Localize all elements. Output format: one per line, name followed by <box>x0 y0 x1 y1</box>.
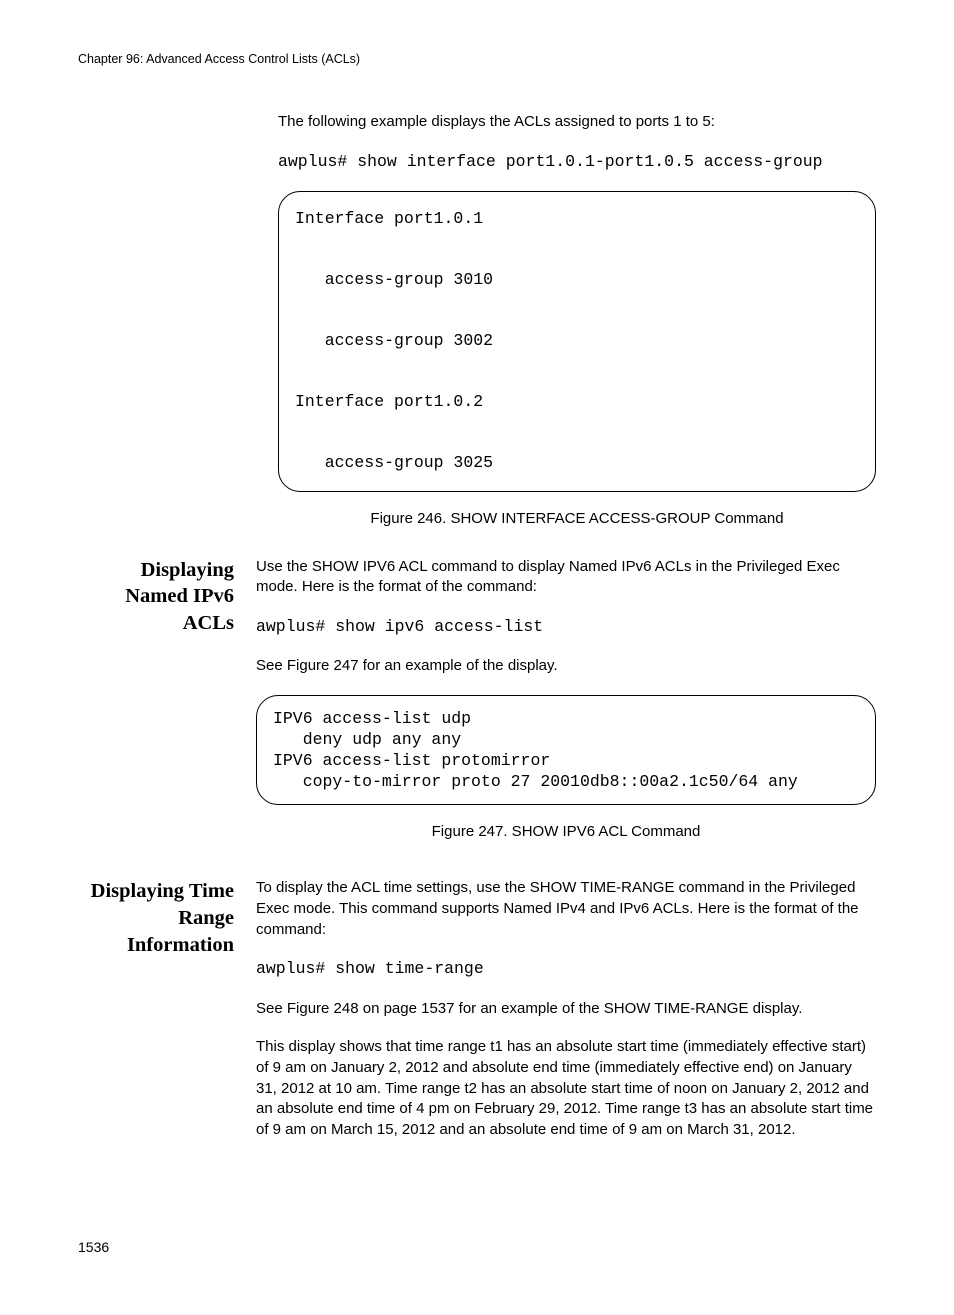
ipv6-paragraph-2: See Figure 247 for an example of the dis… <box>256 656 876 677</box>
ipv6-paragraph-1: Use the SHOW IPV6 ACL command to display… <box>256 557 876 598</box>
time-paragraph-3: This display shows that time range t1 ha… <box>256 1037 876 1140</box>
side-heading-ipv6: Displaying Named IPv6 ACLs <box>78 557 256 637</box>
page-number: 1536 <box>78 1239 876 1255</box>
command-line: awplus# show time-range <box>256 958 876 980</box>
output-box-246: Interface port1.0.1 access-group 3010 ac… <box>278 191 876 492</box>
intro-block: The following example displays the ACLs … <box>278 112 876 527</box>
side-heading-timerange: Displaying Time Range Information <box>78 878 256 958</box>
section-timerange: Displaying Time Range Information To dis… <box>78 878 876 1158</box>
command-line: awplus# show ipv6 access-list <box>256 616 876 638</box>
command-line: awplus# show interface port1.0.1-port1.0… <box>278 151 876 173</box>
figure-caption-247: Figure 247. SHOW IPV6 ACL Command <box>256 823 876 840</box>
intro-paragraph: The following example displays the ACLs … <box>278 112 876 133</box>
time-paragraph-1: To display the ACL time settings, use th… <box>256 878 876 940</box>
figure-caption-246: Figure 246. SHOW INTERFACE ACCESS-GROUP … <box>278 510 876 527</box>
section-body-ipv6: Use the SHOW IPV6 ACL command to display… <box>256 557 876 871</box>
page: Chapter 96: Advanced Access Control List… <box>0 0 954 1315</box>
section-body-timerange: To display the ACL time settings, use th… <box>256 878 876 1158</box>
time-paragraph-2: See Figure 248 on page 1537 for an examp… <box>256 999 876 1020</box>
running-header: Chapter 96: Advanced Access Control List… <box>78 52 876 66</box>
section-ipv6: Displaying Named IPv6 ACLs Use the SHOW … <box>78 557 876 871</box>
output-box-247: IPV6 access-list udp deny udp any any IP… <box>256 695 876 805</box>
